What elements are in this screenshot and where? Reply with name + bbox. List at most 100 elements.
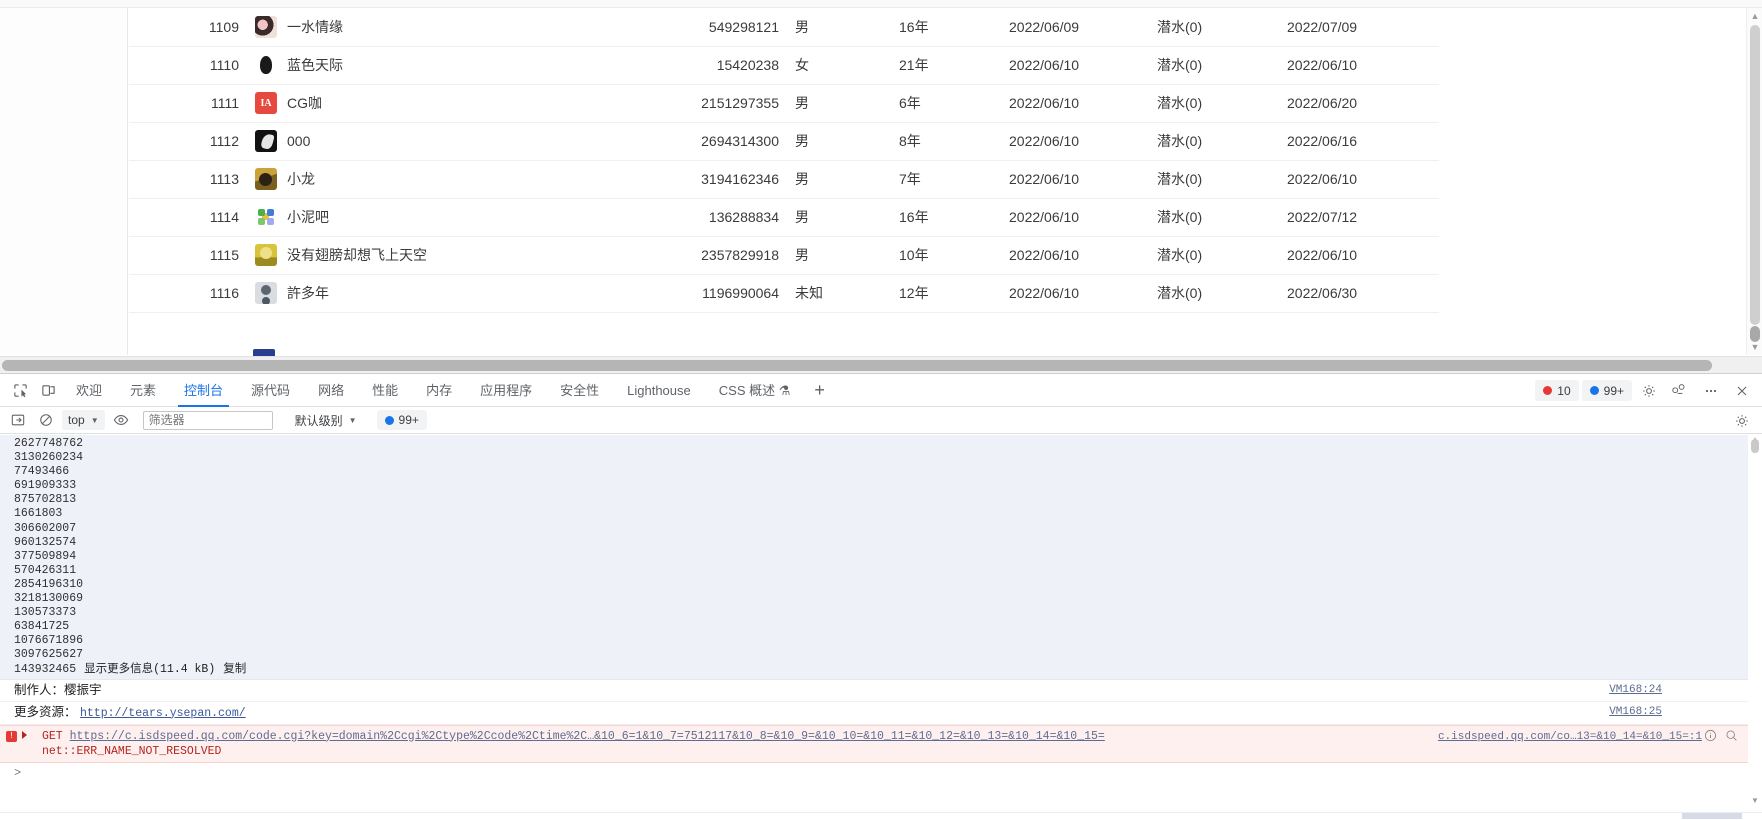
console-log-source-link[interactable]: VM168:25 (1609, 705, 1662, 720)
console-filter-bar: top ▼ 默认级别 ▼ 99+ (0, 407, 1762, 434)
expand-arrow-icon[interactable] (22, 730, 27, 739)
console-prompt[interactable]: > (0, 763, 1748, 783)
search-in-network-icon[interactable] (1725, 729, 1738, 742)
console-vertical-scrollbar[interactable]: ▲ ▼ (1748, 435, 1762, 820)
page-horizontal-scroll-thumb[interactable] (2, 360, 1712, 371)
scroll-up-arrow-icon[interactable]: ▲ (1747, 8, 1762, 24)
row-join-date: 2022/06/10 (1001, 274, 1149, 313)
row-nickname: 000 (287, 133, 311, 149)
row-qq-age: 7年 (891, 160, 1001, 199)
row-qq-number: 2694314300 (639, 122, 787, 161)
console-error-source-link[interactable]: c.isdspeed.qq.com/co…13=&10_14=&10_15=:1 (1438, 730, 1702, 745)
console-log-source-link[interactable]: VM168:24 (1609, 683, 1662, 698)
tab-10[interactable]: CSS 概述 ⚗ (705, 374, 805, 407)
copy-link[interactable]: 复制 (223, 663, 246, 677)
issue-info-icon[interactable] (1704, 729, 1717, 742)
console-scroll-down-icon[interactable]: ▼ (1748, 796, 1762, 808)
scroll-down-arrow-icon[interactable]: ▼ (1747, 339, 1762, 355)
row-index: 1115 (129, 236, 247, 275)
console-log-row-resources[interactable]: 更多资源： http://tears.ysepan.com/ VM168:25 (0, 701, 1748, 725)
chevron-down-icon: ▼ (348, 415, 357, 425)
tab-4[interactable]: 网络 (304, 374, 358, 407)
console-log-row-credits[interactable]: 制作人：樱振宇 VM168:24 (0, 679, 1748, 702)
tab-5[interactable]: 性能 (358, 374, 412, 407)
row-nickname-cell[interactable]: 没有翅膀却想飞上天空 (247, 236, 639, 275)
row-qq-number: 3194162346 (639, 160, 787, 199)
console-sidebar-toggle-icon[interactable] (6, 409, 30, 431)
row-join-date: 2022/06/09 (1001, 8, 1149, 47)
row-nickname-cell[interactable]: 一水情缘 (247, 8, 639, 47)
table-row[interactable]: 1112 000 2694314300 男 8年 2022/06/10 潜水(0) 2022/… (129, 122, 1439, 161)
console-number-line: 306602007 (14, 521, 77, 535)
table-row[interactable]: 1110 蓝色天际 15420238 女 21年 2022/06/10 潜水(0) 2022/… (129, 46, 1439, 85)
tab-1[interactable]: 元素 (116, 374, 170, 407)
error-dot-icon (1543, 386, 1553, 395)
tab-6[interactable]: 内存 (412, 374, 466, 407)
row-last-speak-date: 2022/06/20 (1279, 84, 1439, 123)
row-last-speak-date: 2022/07/09 (1279, 8, 1439, 47)
row-nickname: 一水情缘 (287, 18, 343, 35)
customize-devtools-icon[interactable] (1666, 378, 1694, 404)
row-nickname-cell[interactable]: 000 (247, 122, 639, 161)
more-options-icon[interactable] (1697, 378, 1725, 404)
console-settings-gear-icon[interactable] (1730, 410, 1754, 432)
console-message-count-badge[interactable]: 99+ (376, 410, 427, 430)
console-number-line: 570426311 (14, 563, 77, 577)
row-nickname-cell[interactable]: 小龙 (247, 160, 639, 199)
live-expression-eye-icon[interactable] (109, 409, 133, 431)
show-more-link[interactable]: 显示更多信息(11.4 kB) (84, 663, 215, 677)
close-devtools-icon[interactable] (1728, 378, 1756, 404)
info-count-badge[interactable]: 99+ (1581, 380, 1632, 401)
inspect-element-icon[interactable] (6, 377, 34, 403)
table-row[interactable]: 1113 小龙 3194162346 男 7年 2022/06/10 潜水(0) 2022/0… (129, 160, 1439, 199)
settings-gear-icon[interactable] (1635, 378, 1663, 404)
table-row[interactable]: 1114 小泥吧 136288834 男 16年 2022/06/10 潜水(0) 2022/… (129, 198, 1439, 237)
clear-console-icon[interactable] (34, 409, 58, 431)
page-top-edge (0, 0, 1762, 8)
console-filter-input[interactable] (142, 410, 273, 430)
row-join-date: 2022/06/10 (1001, 198, 1149, 237)
row-status: 潜水(0) (1149, 274, 1279, 313)
row-nickname-cell[interactable]: CG咖 (247, 84, 639, 123)
tab-2[interactable]: 控制台 (170, 374, 237, 407)
tab-0[interactable]: 欢迎 (62, 374, 116, 407)
console-vertical-scroll-thumb[interactable] (1751, 439, 1759, 453)
row-nickname: 許多年 (287, 285, 329, 301)
info-dot-icon (1589, 386, 1599, 395)
table-row[interactable]: 1116 許多年 1196990064 未知 12年 2022/06/10 潜水(0) 202… (129, 274, 1439, 313)
table-row[interactable]: 1109 一水情缘 549298121 男 16年 2022/06/09 潜水(0) 2022… (129, 8, 1439, 47)
tab-3[interactable]: 源代码 (237, 374, 304, 407)
console-number-dump: 2627748762 3130260234 77493466 691909333 875… (0, 435, 1748, 680)
tab-9[interactable]: Lighthouse (613, 374, 705, 407)
row-qq-age: 6年 (891, 84, 1001, 123)
tab-8[interactable]: 安全性 (546, 374, 613, 407)
error-url-link[interactable]: https://c.isdspeed.qq.com/code.cgi?key=d… (70, 730, 1105, 743)
devtools-bottom-scroll-thumb[interactable] (1682, 813, 1742, 819)
info-dot-icon (384, 415, 394, 425)
js-context-select[interactable]: top ▼ (62, 410, 105, 430)
tab-7[interactable]: 应用程序 (466, 374, 546, 407)
table-row[interactable]: 1111 CG咖 2151297355男6年2022/06/10潜水(0)2022/… (129, 84, 1439, 123)
console-log-url-link[interactable]: http://tears.ysepan.com/ (80, 707, 246, 720)
row-nickname-cell[interactable]: 許多年 (247, 274, 639, 313)
avatar (255, 282, 277, 304)
page-vertical-scrollbar[interactable]: ▲ ▼ (1746, 8, 1762, 355)
member-table-scroll-region[interactable]: 1109 一水情缘 549298121 男 16年 2022/06/09 潜水(0) 2022… (129, 8, 1680, 355)
row-nickname-cell[interactable]: 小泥吧 (247, 198, 639, 237)
console-error-actions (1704, 729, 1738, 742)
page-horizontal-scrollbar[interactable] (0, 356, 1762, 373)
add-panel-button[interactable]: + (804, 380, 835, 401)
console-error-row[interactable]: ! GET https://c.isdspeed.qq.com/code.cgi… (0, 724, 1748, 763)
error-count-label: 10 (1557, 383, 1571, 398)
avatar (255, 15, 277, 38)
page-vertical-scroll-track[interactable] (1750, 25, 1760, 325)
console-message-list[interactable]: 2627748762 3130260234 77493466 691909333 875… (0, 435, 1762, 820)
device-toolbar-icon[interactable] (34, 377, 62, 403)
row-index: 1114 (129, 198, 247, 237)
table-row[interactable]: 1115 没有翅膀却想飞上天空 2357829918 男 10年 2022/06/10 潜水… (129, 236, 1439, 275)
web-page-content: 1109 一水情缘 549298121 男 16年 2022/06/09 潜水(0) 2022… (0, 0, 1762, 373)
row-nickname-cell[interactable]: 蓝色天际 (247, 46, 639, 85)
error-count-badge[interactable]: 10 (1535, 380, 1579, 401)
devtools-panel: 欢迎 元素 控制台 源代码 网络 性能 内存 应用程序 安全性 Lighthouse CSS 概述 … (0, 373, 1762, 820)
log-level-select[interactable]: 默认级别 ▼ (289, 410, 363, 430)
